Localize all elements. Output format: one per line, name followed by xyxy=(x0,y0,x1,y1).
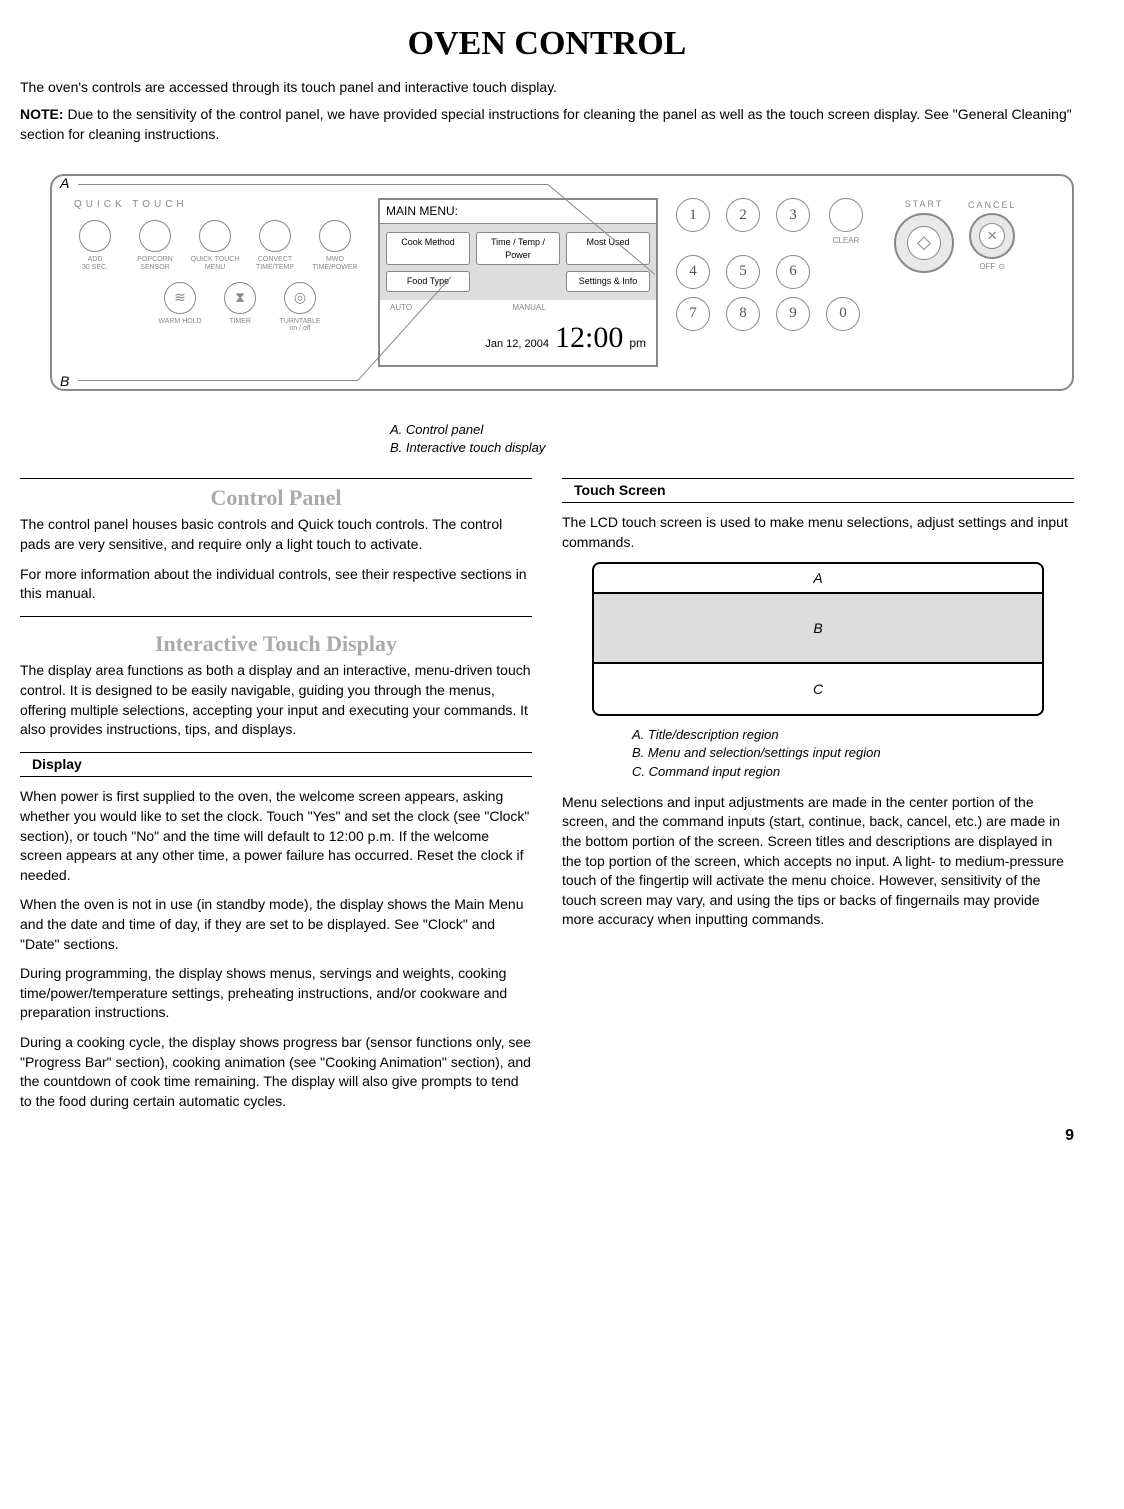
qt-timer[interactable]: ⧗TIMER xyxy=(215,282,265,333)
key-3[interactable]: 3 xyxy=(776,198,810,232)
lcd-auto-label: AUTO xyxy=(390,302,412,313)
caption-b: B. Interactive touch display xyxy=(390,439,1074,457)
page-number: 9 xyxy=(1065,1125,1074,1147)
left-column: Control Panel The control panel houses b… xyxy=(20,478,532,1122)
body-text: The control panel houses basic controls … xyxy=(20,515,532,554)
key-8[interactable]: 8 xyxy=(726,297,760,331)
ts-region-c: C xyxy=(594,664,1042,714)
lcd-manual-label: MANUAL xyxy=(512,302,545,313)
right-column: Touch Screen The LCD touch screen is use… xyxy=(562,478,1074,1122)
page-title: OVEN CONTROL xyxy=(20,20,1074,68)
key-0[interactable]: 0 xyxy=(826,297,860,331)
diagram-label-a: A xyxy=(60,174,69,194)
key-6[interactable]: 6 xyxy=(776,255,810,289)
menu-time-temp-power[interactable]: Time / Temp / Power xyxy=(476,232,560,265)
note-label: NOTE: xyxy=(20,106,64,122)
note-text: NOTE: Due to the sensitivity of the cont… xyxy=(20,105,1074,144)
cancel-button[interactable]: CANCEL ✕ OFF⊙ xyxy=(968,199,1017,273)
ts-caption: A. Title/description region B. Menu and … xyxy=(632,726,1074,781)
start-icon: ◇ xyxy=(907,226,941,260)
interactive-touch-display-heading: Interactive Touch Display xyxy=(20,629,532,660)
ts-caption-c: C. Command input region xyxy=(632,763,1074,781)
lock-icon: ⊙ xyxy=(998,261,1005,272)
qt-popcorn-sensor[interactable]: POPCORNSENSOR xyxy=(130,220,180,271)
clear-label: CLEAR xyxy=(833,235,860,246)
numeric-keypad: 1 2 3 CLEAR 4 5 6 7 8 9 0 xyxy=(676,198,866,330)
key-5[interactable]: 5 xyxy=(726,255,760,289)
body-text: During a cooking cycle, the display show… xyxy=(20,1033,532,1111)
ts-caption-a: A. Title/description region xyxy=(632,726,1074,744)
ts-caption-b: B. Menu and selection/settings input reg… xyxy=(632,744,1074,762)
lcd-display[interactable]: MAIN MENU: Cook Method Time / Temp / Pow… xyxy=(378,198,658,367)
key-2[interactable]: 2 xyxy=(726,198,760,232)
diagram-label-b: B xyxy=(60,372,69,392)
body-text: Menu selections and input adjustments ar… xyxy=(562,793,1074,930)
cancel-icon: ✕ xyxy=(979,223,1005,249)
quick-touch-section: QUICK TOUCH ADD30 SEC. POPCORNSENSOR QUI… xyxy=(70,198,360,343)
key-7[interactable]: 7 xyxy=(676,297,710,331)
touch-screen-diagram: A B C xyxy=(592,562,1044,716)
warm-hold-icon: ≋ xyxy=(164,282,196,314)
control-panel-diagram: A QUICK TOUCH ADD30 SEC. POPCORNSENSOR Q… xyxy=(50,174,1074,391)
ts-region-b: B xyxy=(594,594,1042,664)
body-text: When the oven is not in use (in standby … xyxy=(20,895,532,954)
caption-a: A. Control panel xyxy=(390,421,1074,439)
touch-screen-subheading: Touch Screen xyxy=(562,478,1074,504)
body-text: When power is first supplied to the oven… xyxy=(20,787,532,885)
lcd-time: 12:00 xyxy=(555,317,623,359)
body-text: For more information about the individua… xyxy=(20,565,532,604)
key-clear[interactable] xyxy=(829,198,863,232)
menu-cook-method[interactable]: Cook Method xyxy=(386,232,470,265)
lcd-date: Jan 12, 2004 xyxy=(485,337,549,352)
leader-line xyxy=(78,380,358,381)
qt-mwo-time-power[interactable]: MWOTIME/POWER xyxy=(310,220,360,271)
display-subheading: Display xyxy=(20,752,532,778)
control-panel-heading: Control Panel xyxy=(20,483,532,514)
start-label: START xyxy=(905,198,944,211)
body-text: The LCD touch screen is used to make men… xyxy=(562,513,1074,552)
key-9[interactable]: 9 xyxy=(776,297,810,331)
leader-line xyxy=(78,184,548,185)
lcd-ampm: pm xyxy=(629,335,646,352)
body-text: The display area functions as both a dis… xyxy=(20,661,532,739)
qt-add-30-sec[interactable]: ADD30 SEC. xyxy=(70,220,120,271)
qt-turntable[interactable]: ◎TURNTABLEon / off xyxy=(275,282,325,333)
control-panel-illustration: QUICK TOUCH ADD30 SEC. POPCORNSENSOR QUI… xyxy=(50,174,1074,391)
turntable-icon: ◎ xyxy=(284,282,316,314)
menu-settings-info[interactable]: Settings & Info xyxy=(566,271,650,292)
qt-warm-hold[interactable]: ≋WARM HOLD xyxy=(155,282,205,333)
qt-convect-time-temp[interactable]: CONVECTTIME/TEMP xyxy=(250,220,300,271)
intro-text: The oven's controls are accessed through… xyxy=(20,78,1074,98)
body-text: During programming, the display shows me… xyxy=(20,964,532,1023)
off-label: OFF xyxy=(979,261,995,272)
lcd-title: MAIN MENU: xyxy=(380,200,656,224)
quick-touch-title: QUICK TOUCH xyxy=(70,198,360,212)
cancel-label: CANCEL xyxy=(968,199,1017,212)
menu-food-type[interactable]: Food Type xyxy=(386,271,470,292)
diagram-caption: A. Control panel B. Interactive touch di… xyxy=(390,421,1074,457)
timer-icon: ⧗ xyxy=(224,282,256,314)
key-4[interactable]: 4 xyxy=(676,255,710,289)
start-button[interactable]: START ◇ xyxy=(894,198,954,273)
ts-region-a: A xyxy=(594,564,1042,594)
note-body: Due to the sensitivity of the control pa… xyxy=(20,106,1072,142)
key-1[interactable]: 1 xyxy=(676,198,710,232)
qt-quick-touch-menu[interactable]: QUICK TOUCHMENU xyxy=(190,220,240,271)
